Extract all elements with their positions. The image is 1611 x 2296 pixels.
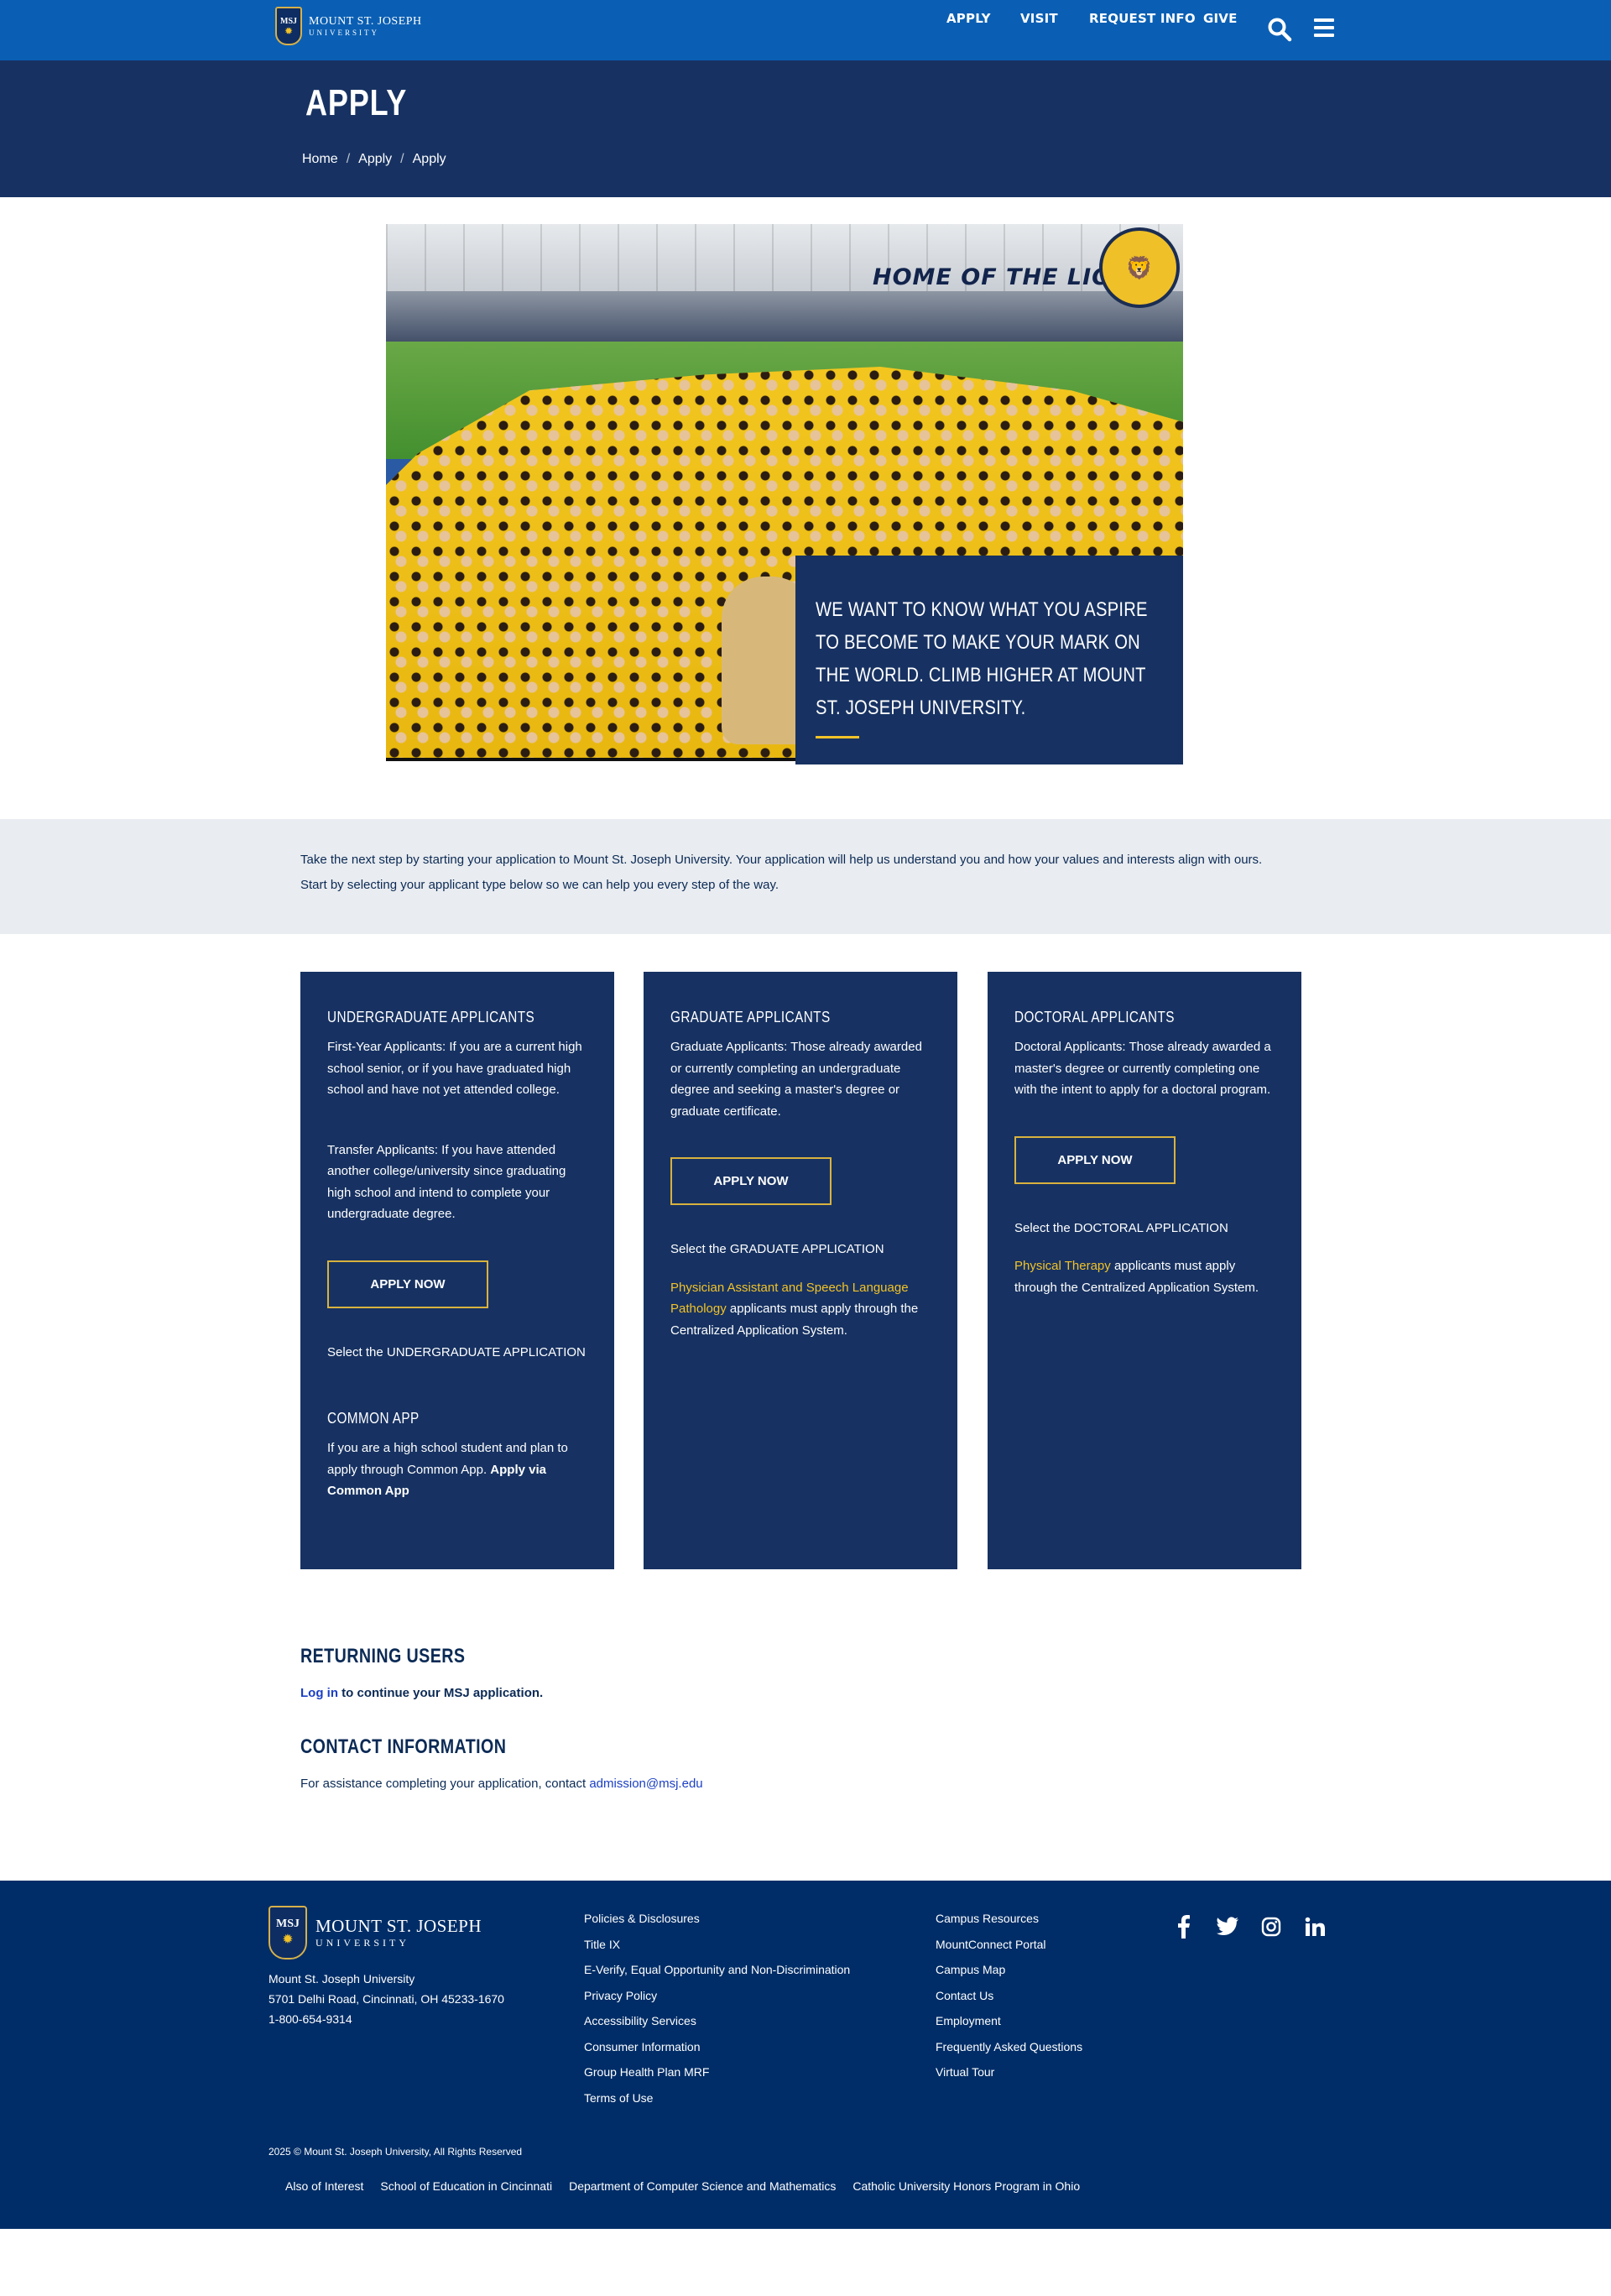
hero-quote-text: WE WANT TO KNOW WHAT YOU ASPIRE TO BECOM…: [816, 598, 1148, 719]
graduate-card: GRADUATE APPLICANTS Graduate Applicants:…: [644, 972, 957, 1569]
lion-logo-icon: 🦁: [1099, 227, 1180, 308]
footer-bottom-link[interactable]: School of Education in Cincinnati: [380, 2179, 552, 2193]
university-logo[interactable]: MSJ ✹ MOUNT ST. JOSEPH UNIVERSITY: [275, 7, 422, 45]
footer-link[interactable]: Campus Resources: [936, 1912, 1039, 1925]
select-text: Select the GRADUATE APPLICATION: [670, 1242, 884, 1256]
undergraduate-card: UNDERGRADUATE APPLICANTS First-Year Appl…: [300, 972, 614, 1569]
transfer-text: Transfer Applicants: If you have attende…: [327, 1142, 566, 1222]
copyright: 2025 © Mount St. Joseph University, All …: [268, 2146, 523, 2158]
contact-information-title: CONTACT INFORMATION: [300, 1735, 507, 1758]
footer-link[interactable]: Consumer Information: [584, 2040, 701, 2053]
card-title: DOCTORAL APPLICANTS: [1014, 1009, 1175, 1025]
twitter-icon[interactable]: [1215, 1914, 1240, 1939]
logo-wordmark: MOUNT ST. JOSEPH UNIVERSITY: [309, 15, 422, 37]
returning-users-title: RETURNING USERS: [300, 1645, 466, 1667]
footer-phone[interactable]: 1-800-654-9314: [268, 2009, 504, 2029]
footer-link[interactable]: Employment: [936, 2014, 1001, 2027]
crest-icon: MSJ ✹: [275, 7, 302, 45]
footer-link[interactable]: Virtual Tour: [936, 2065, 994, 2079]
footer-link[interactable]: Privacy Policy: [584, 1989, 657, 2002]
card-title: UNDERGRADUATE APPLICANTS: [327, 1009, 535, 1025]
instagram-icon[interactable]: [1259, 1914, 1284, 1939]
intro-band: Take the next step by starting your appl…: [0, 819, 1611, 934]
gold-accent-rule: [816, 736, 859, 738]
intro-text: Take the next step by starting your appl…: [300, 853, 1263, 892]
breadcrumb-current: Apply: [412, 152, 446, 166]
physical-therapy-link[interactable]: Physical Therapy: [1014, 1259, 1111, 1273]
breadcrumb: Home / Apply / Apply: [302, 152, 446, 167]
nav-apply[interactable]: APPLY: [946, 11, 991, 26]
footer: MSJ ✹ MOUNT ST. JOSEPH UNIVERSITY Mount …: [0, 1881, 1611, 2229]
footer-address: Mount St. Joseph University 5701 Delhi R…: [268, 1969, 504, 2029]
returning-users-text: Log in to continue your MSJ application.: [300, 1686, 544, 1700]
page-header: [0, 60, 1611, 197]
footer-bottom-link[interactable]: Also of Interest: [285, 2179, 363, 2193]
graduate-desc: Graduate Applicants: Those already award…: [670, 1040, 922, 1119]
social-links: [1171, 1914, 1327, 1939]
footer-link[interactable]: Accessibility Services: [584, 2014, 696, 2027]
page-title: APPLY: [305, 82, 408, 123]
footer-resource-links: Campus Resources MountConnect Portal Cam…: [936, 1906, 1082, 2085]
facebook-icon[interactable]: [1171, 1914, 1197, 1939]
footer-link[interactable]: Group Health Plan MRF: [584, 2065, 709, 2079]
doctoral-desc: Doctoral Applicants: Those already award…: [1014, 1040, 1271, 1097]
log-in-link[interactable]: Log in: [300, 1686, 338, 1700]
footer-bottom-links: Also of Interest School of Education in …: [285, 2179, 1080, 2193]
search-icon[interactable]: [1267, 17, 1294, 44]
footer-bottom-link[interactable]: Catholic University Honors Program in Oh…: [852, 2179, 1080, 2193]
common-app-text: If you are a high school student and pla…: [327, 1441, 568, 1498]
linkedin-icon[interactable]: [1302, 1914, 1327, 1939]
hamburger-menu-icon[interactable]: [1314, 18, 1334, 39]
pa-slp-note: Physician Assistant and Speech Language …: [670, 1280, 919, 1338]
footer-logo[interactable]: MSJ ✹ MOUNT ST. JOSEPH UNIVERSITY: [268, 1906, 482, 1959]
footer-link[interactable]: Policies & Disclosures: [584, 1912, 700, 1925]
footer-link[interactable]: E-Verify, Equal Opportunity and Non-Disc…: [584, 1963, 850, 1976]
top-navigation-bar: MSJ ✹ MOUNT ST. JOSEPH UNIVERSITY APPLY …: [0, 0, 1611, 60]
admission-email-link[interactable]: admission@msj.edu: [589, 1777, 702, 1791]
footer-link[interactable]: Frequently Asked Questions: [936, 2040, 1082, 2053]
footer-link[interactable]: Title IX: [584, 1938, 620, 1951]
undergraduate-apply-button[interactable]: APPLY NOW: [327, 1260, 488, 1308]
first-year-text: First-Year Applicants: If you are a curr…: [327, 1040, 582, 1097]
footer-link[interactable]: Campus Map: [936, 1963, 1005, 1976]
nav-give[interactable]: GIVE: [1203, 11, 1238, 26]
select-text: Select the DOCTORAL APPLICATION: [1014, 1220, 1228, 1235]
footer-bottom-link[interactable]: Department of Computer Science and Mathe…: [569, 2179, 836, 2193]
breadcrumb-home[interactable]: Home: [302, 152, 338, 167]
nav-request-info[interactable]: REQUEST INFO: [1089, 11, 1196, 26]
footer-link[interactable]: Contact Us: [936, 1989, 993, 2002]
footer-policy-links: Policies & Disclosures Title IX E-Verify…: [584, 1906, 850, 2111]
contact-text: For assistance completing your applicati…: [300, 1777, 703, 1791]
footer-link[interactable]: Terms of Use: [584, 2091, 653, 2105]
crest-icon: MSJ ✹: [268, 1906, 307, 1959]
doctoral-apply-button[interactable]: APPLY NOW: [1014, 1135, 1176, 1184]
graduate-apply-button[interactable]: APPLY NOW: [670, 1157, 832, 1205]
pt-note: Physical Therapy applicants must apply t…: [1014, 1259, 1259, 1295]
common-app-title: COMMON APP: [327, 1410, 420, 1427]
select-text: Select the UNDERGRADUATE APPLICATION: [327, 1344, 586, 1359]
nav-visit[interactable]: VISIT: [1020, 11, 1058, 26]
card-title: GRADUATE APPLICANTS: [670, 1009, 831, 1025]
breadcrumb-apply[interactable]: Apply: [358, 152, 392, 167]
footer-link[interactable]: MountConnect Portal: [936, 1938, 1046, 1951]
doctoral-card: DOCTORAL APPLICANTS Doctoral Applicants:…: [988, 972, 1301, 1569]
hero-quote-card: WE WANT TO KNOW WHAT YOU ASPIRE TO BECOM…: [795, 556, 1183, 764]
